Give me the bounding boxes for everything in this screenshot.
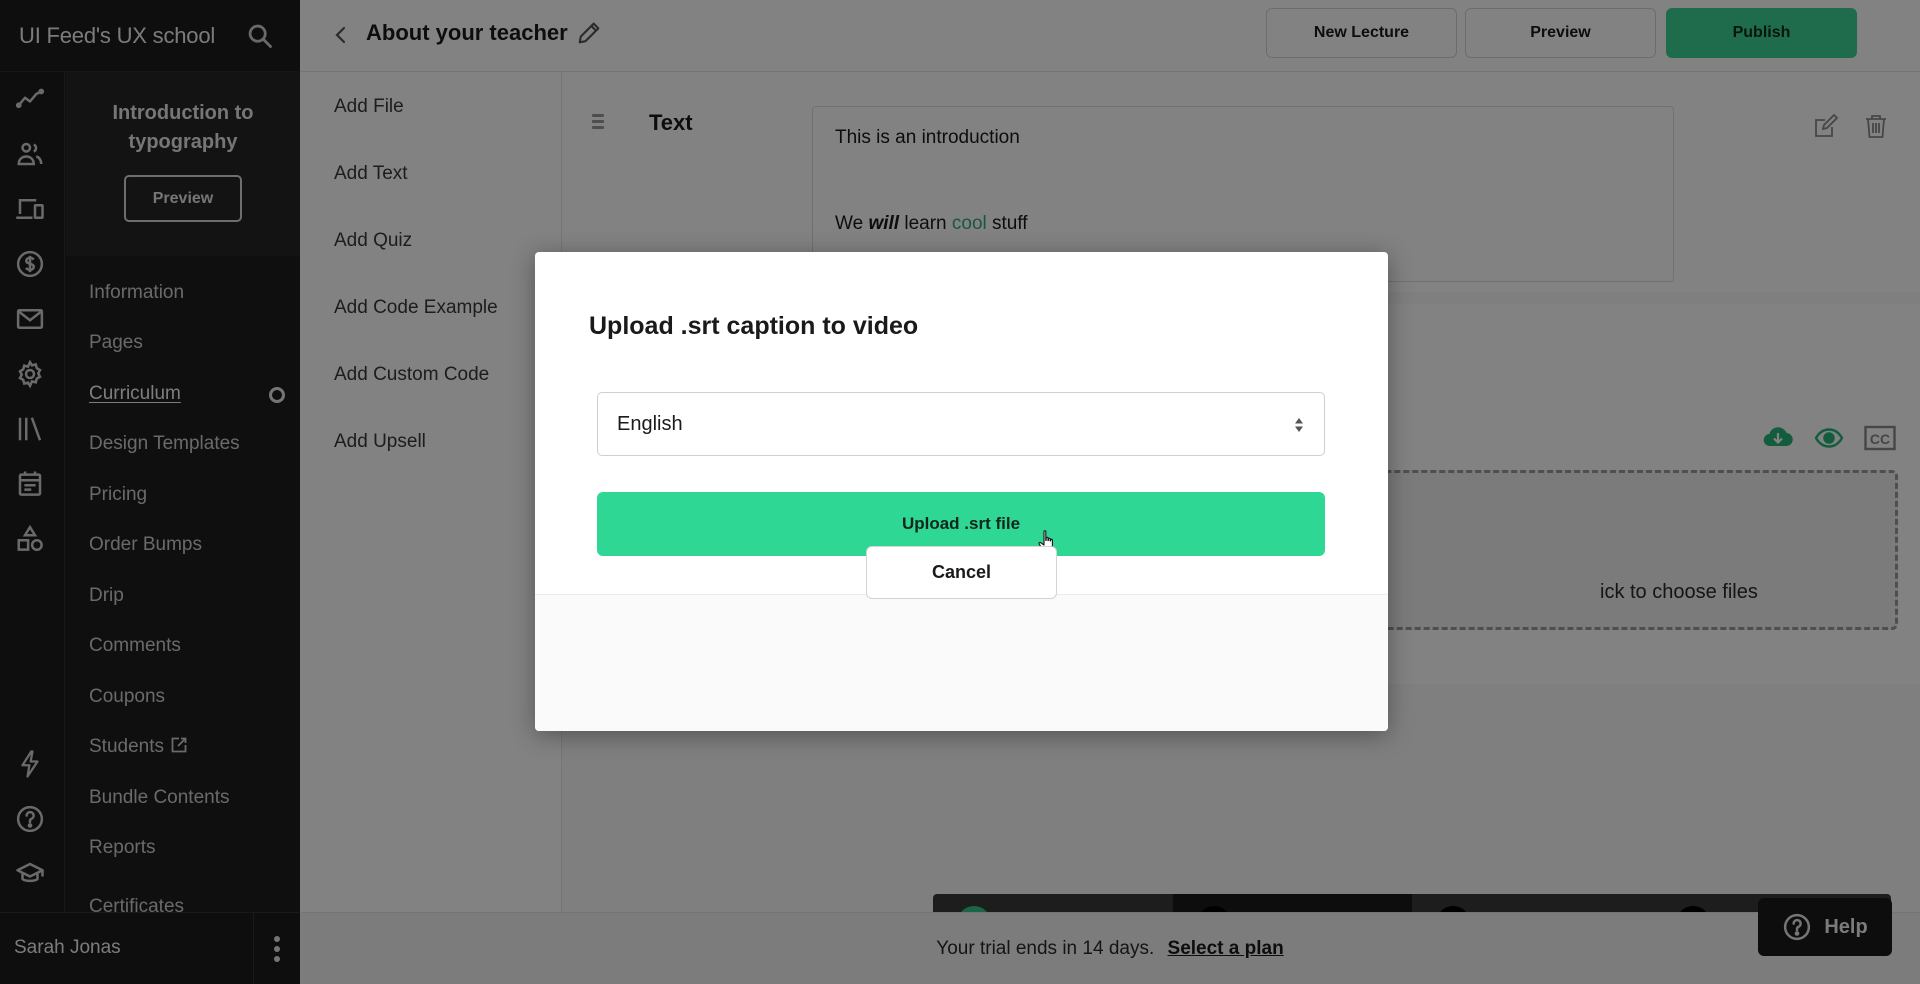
upload-caption-modal: Upload .srt caption to video English Upl… bbox=[535, 252, 1388, 731]
modal-title: Upload .srt caption to video bbox=[589, 312, 919, 340]
select-arrows-icon bbox=[1295, 418, 1303, 432]
language-select[interactable]: English bbox=[597, 392, 1325, 456]
modal-footer bbox=[535, 594, 1388, 731]
cancel-button[interactable]: Cancel bbox=[866, 546, 1057, 599]
language-select-value: English bbox=[617, 412, 683, 435]
